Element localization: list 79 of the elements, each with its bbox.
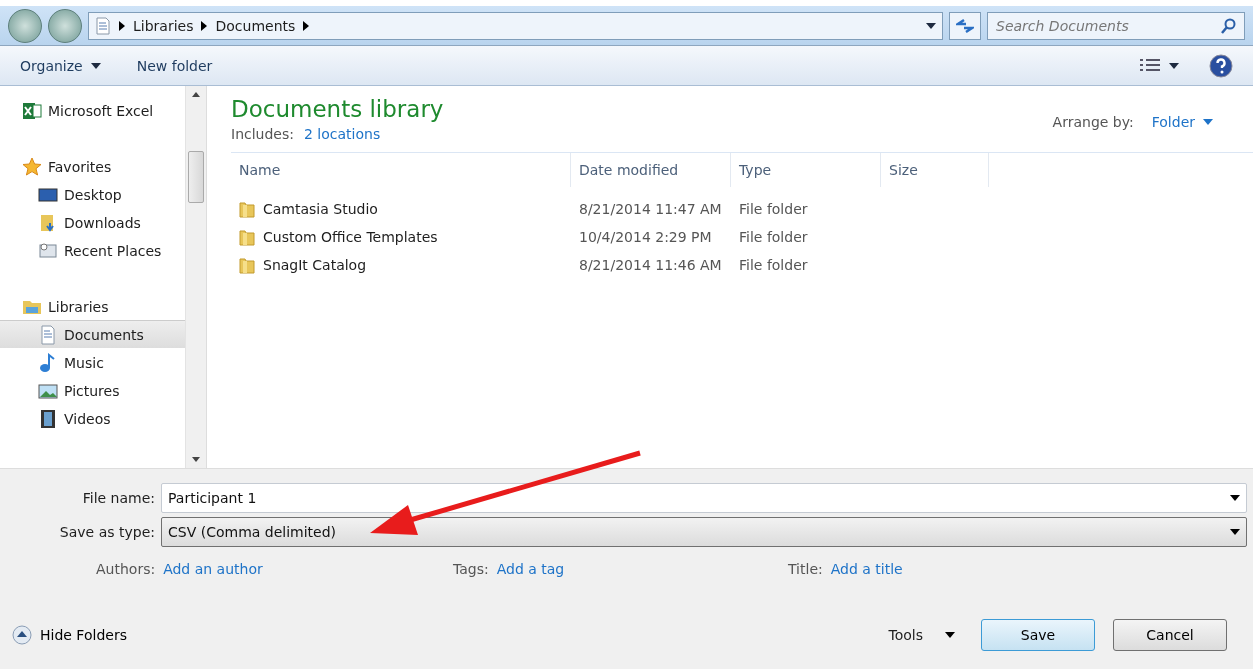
breadcrumb[interactable]: Libraries: [133, 17, 194, 34]
save-type-dropdown[interactable]: CSV (Comma delimited): [161, 517, 1247, 547]
chevron-icon: [201, 20, 208, 31]
caret-icon: [90, 62, 101, 69]
table-cell: File folder: [739, 201, 808, 217]
caret-icon: [1203, 119, 1213, 125]
caret-icon: [1230, 495, 1240, 501]
column-header[interactable]: Type: [731, 153, 881, 187]
column-header[interactable]: Size: [881, 153, 989, 187]
refresh-button[interactable]: [949, 11, 981, 40]
file-name[interactable]: Camtasia Studio: [263, 201, 378, 217]
spreadsheet-icon: [22, 100, 42, 121]
table-cell: File folder: [739, 229, 808, 245]
breadcrumb[interactable]: Documents: [215, 17, 296, 34]
collapse-icon: [12, 625, 32, 645]
folder-icon: [239, 228, 255, 246]
file-name[interactable]: SnagIt Catalog: [263, 257, 367, 273]
metadata-label: Authors:: [96, 561, 156, 577]
star-icon: [22, 156, 42, 177]
refresh-arrows-icon: [956, 17, 974, 34]
sidebar-item[interactable]: Music: [0, 348, 185, 376]
metadata-link[interactable]: Add a tag: [496, 561, 565, 577]
sidebar-item[interactable]: Microsoft Excel: [0, 96, 185, 124]
sidebar-item[interactable]: Pictures: [0, 376, 185, 404]
caret-icon: [926, 22, 936, 29]
folder-icon: [239, 256, 255, 274]
search-icon: [1220, 17, 1236, 34]
file-name[interactable]: Custom Office Templates: [263, 229, 438, 245]
new-folder-button[interactable]: New folder: [136, 57, 213, 74]
table-cell: 8/21/2014 11:47 AM: [579, 201, 722, 217]
sidebar-item[interactable]: Videos: [0, 404, 185, 432]
view-options-button[interactable]: [1139, 57, 1179, 74]
table-cell: 8/21/2014 11:46 AM: [579, 257, 722, 273]
organize-menu[interactable]: Organize: [20, 57, 101, 74]
chevron-icon: [303, 20, 310, 31]
caret-icon: [1230, 529, 1240, 535]
file-name-field[interactable]: Participant 1: [161, 483, 1247, 513]
arrange-dropdown[interactable]: Folder: [1151, 114, 1213, 130]
table-cell: File folder: [739, 257, 808, 273]
forward-button[interactable]: [48, 8, 82, 43]
film-icon: [38, 408, 58, 429]
metadata-link[interactable]: Add a title: [830, 561, 903, 577]
sidebar-item[interactable]: Libraries: [0, 292, 185, 320]
tools-menu[interactable]: Tools: [888, 627, 955, 643]
sidebar-item[interactable]: Desktop: [0, 180, 185, 208]
cancel-button[interactable]: Cancel: [1113, 619, 1227, 651]
recent-places-icon: [38, 240, 58, 261]
address-bar[interactable]: Libraries Documents: [88, 11, 943, 40]
search-field[interactable]: Search Documents: [987, 11, 1245, 40]
scroll-thumb[interactable]: [188, 151, 204, 203]
caret-icon: [945, 632, 955, 638]
library-title: Documents library: [231, 96, 444, 122]
document-icon: [38, 324, 58, 345]
metadata-label: Tags:: [453, 561, 489, 577]
sidebar-item[interactable]: Documents: [0, 320, 185, 348]
document-icon: [95, 16, 111, 35]
metadata-link[interactable]: Add an author: [163, 561, 263, 577]
scroll-down-icon[interactable]: [192, 457, 200, 462]
column-header[interactable]: Date modified: [571, 153, 731, 187]
hide-folders-button[interactable]: Hide Folders: [12, 625, 127, 645]
folder-icon: [239, 200, 255, 218]
scrollbar[interactable]: [185, 86, 207, 468]
arrange-label: Arrange by:: [1052, 114, 1134, 130]
back-button[interactable]: [8, 8, 42, 43]
table-cell: 10/4/2014 2:29 PM: [579, 229, 712, 245]
locations-link[interactable]: 2 locations: [304, 126, 381, 142]
metadata-label: Title:: [788, 561, 823, 577]
sidebar-item[interactable]: Favorites: [0, 152, 185, 180]
save-button[interactable]: Save: [981, 619, 1095, 651]
save-type-label: Save as type:: [58, 524, 155, 540]
includes-label: Includes:: [231, 126, 294, 142]
file-name-label: File name:: [81, 490, 155, 506]
caret-icon: [1169, 62, 1179, 69]
help-icon[interactable]: [1209, 53, 1233, 78]
scroll-up-icon[interactable]: [192, 92, 200, 97]
sidebar-item[interactable]: Recent Places: [0, 236, 185, 264]
column-header[interactable]: Name: [231, 153, 571, 187]
sidebar-item[interactable]: Downloads: [0, 208, 185, 236]
chevron-icon: [119, 20, 125, 31]
